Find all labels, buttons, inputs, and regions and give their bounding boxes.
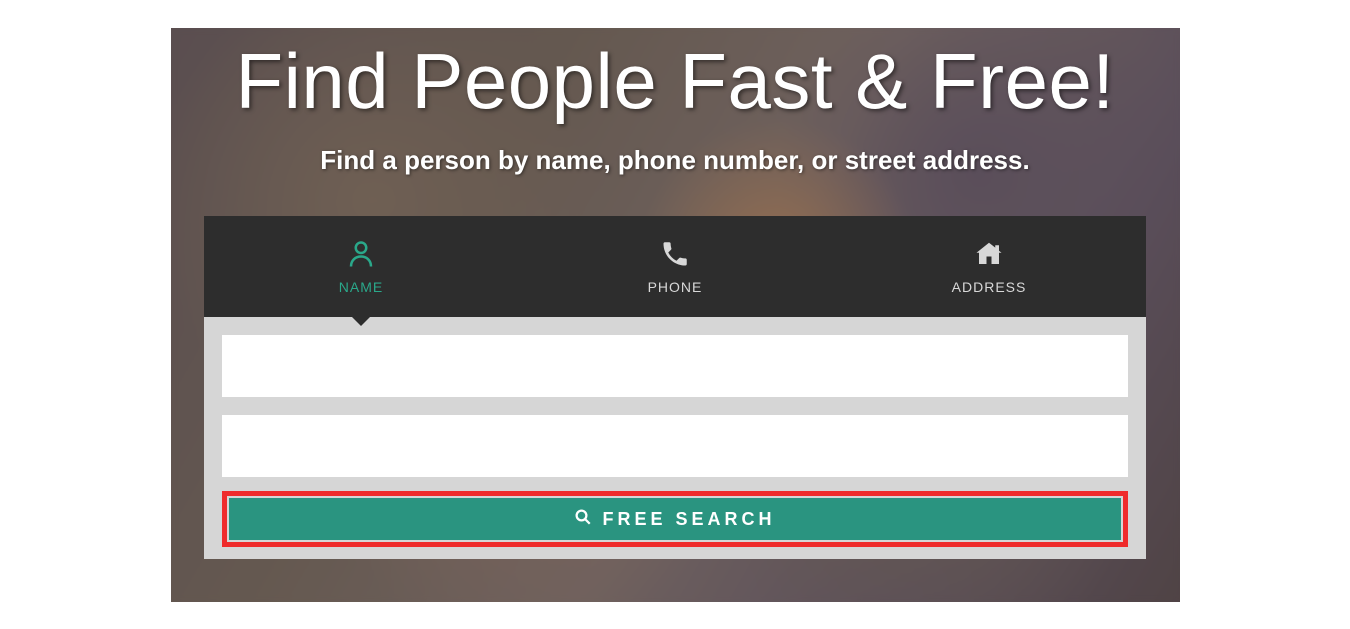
tab-phone-label: PHONE: [648, 279, 703, 295]
hero-banner: Find People Fast & Free! Find a person b…: [171, 28, 1180, 602]
search-input-1[interactable]: [222, 335, 1128, 397]
tab-name[interactable]: NAME: [204, 216, 518, 317]
phone-icon: [660, 239, 690, 269]
search-icon: [574, 508, 592, 531]
tab-phone[interactable]: PHONE: [518, 216, 832, 317]
tab-address[interactable]: ADDRESS: [832, 216, 1146, 317]
tab-name-label: NAME: [339, 279, 383, 295]
person-icon: [346, 239, 376, 269]
free-search-button[interactable]: FREE SEARCH: [229, 498, 1121, 540]
search-input-2[interactable]: [222, 415, 1128, 477]
search-button-highlight: FREE SEARCH: [222, 491, 1128, 547]
search-tabs: NAME PHONE ADDRESS: [204, 216, 1146, 317]
hero-subtitle: Find a person by name, phone number, or …: [171, 145, 1180, 176]
home-icon: [974, 239, 1004, 269]
tab-address-label: ADDRESS: [952, 279, 1027, 295]
hero-title: Find People Fast & Free!: [171, 36, 1180, 127]
search-button-label: FREE SEARCH: [602, 509, 775, 530]
search-form-panel: FREE SEARCH: [204, 317, 1146, 559]
